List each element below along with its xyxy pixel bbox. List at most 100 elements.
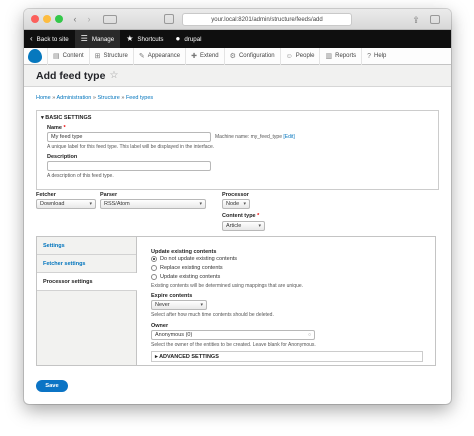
radio-replace[interactable]: Replace existing contents xyxy=(151,265,223,271)
owner-value: Anonymous (0) xyxy=(155,332,193,338)
menu-item-people[interactable]: ☺ People xyxy=(279,47,320,65)
wrench-icon: ⚙ xyxy=(229,53,236,60)
tab-settings[interactable]: Settings xyxy=(37,237,136,255)
fetcher-value: Download xyxy=(40,201,65,207)
advanced-settings-toggle[interactable]: ▸ ADVANCED SETTINGS xyxy=(151,351,423,362)
menu-item-content[interactable]: ▤ Content xyxy=(47,47,89,65)
expire-value: Never xyxy=(155,302,170,308)
tabs-overview-icon[interactable] xyxy=(430,15,440,24)
radio-label: Update existing contents xyxy=(160,274,221,280)
shortcut-star-icon[interactable]: ☆ xyxy=(109,70,118,81)
name-label: Name * xyxy=(47,125,66,131)
processor-value: Node xyxy=(226,201,240,207)
expire-select[interactable]: Never ▾ xyxy=(151,300,207,310)
tab-processor-settings[interactable]: Processor settings xyxy=(37,273,137,291)
manage-tab[interactable]: ☰ Manage xyxy=(74,30,121,48)
processor-label: Processor xyxy=(222,192,249,198)
menu-item-configuration[interactable]: ⚙ Configuration xyxy=(223,47,280,65)
shortcuts-tab[interactable]: ★ Shortcuts xyxy=(120,30,169,48)
select-caret-icon: ▾ xyxy=(258,223,261,229)
machine-name-edit-link[interactable]: [Edit] xyxy=(283,134,294,140)
content-type-label-text: Content type xyxy=(222,213,256,219)
vertical-tabs: Settings Fetcher settings Processor sett… xyxy=(36,236,436,366)
radio-update[interactable]: Update existing contents xyxy=(151,274,220,280)
reader-icon[interactable] xyxy=(164,14,174,24)
description-help: A description of this feed type. xyxy=(47,173,114,179)
people-icon: ☺ xyxy=(285,52,293,60)
maximize-window-icon[interactable] xyxy=(55,15,63,23)
menu-item-help[interactable]: ? Help xyxy=(361,47,391,65)
select-caret-icon: ▾ xyxy=(200,302,203,308)
machine-name-text: Machine name: my_feed_type xyxy=(215,134,282,140)
drupal-logo-icon[interactable] xyxy=(28,49,42,63)
puzzle-icon: ✚ xyxy=(191,53,197,60)
basic-settings-summary[interactable]: ▾ BASIC SETTINGS xyxy=(41,115,91,121)
required-marker: * xyxy=(257,213,260,219)
radio-icon xyxy=(151,274,157,280)
manage-label: Manage xyxy=(91,35,115,43)
menu-item-label: Help xyxy=(374,53,387,59)
sidebar-toggle-icon[interactable] xyxy=(103,15,117,24)
fetcher-select[interactable]: Download ▾ xyxy=(36,199,96,209)
star-icon: ★ xyxy=(126,34,134,43)
browser-window: ‹ › your.local:8201/admin/structure/feed… xyxy=(24,9,451,404)
radio-label: Do not update existing contents xyxy=(160,256,238,262)
name-input[interactable]: My feed type xyxy=(47,132,211,142)
back-to-site-label: Back to site xyxy=(36,35,69,43)
menu-item-label: Appearance xyxy=(147,53,181,59)
forward-arrow-icon[interactable]: › xyxy=(84,13,94,25)
menu-item-extend[interactable]: ✚ Extend xyxy=(185,47,224,65)
description-label: Description xyxy=(47,154,78,160)
breadcrumb-separator: » xyxy=(52,95,56,101)
back-arrow-icon[interactable]: ‹ xyxy=(70,13,80,25)
back-to-site-link[interactable]: ‹ Back to site xyxy=(24,30,75,48)
parser-value: RSS/Atom xyxy=(104,201,130,207)
radio-no-update[interactable]: Do not update existing contents xyxy=(151,256,237,262)
file-icon: ▤ xyxy=(53,53,60,60)
fetcher-label: Fetcher xyxy=(36,192,56,198)
breadcrumb-separator: » xyxy=(121,95,125,101)
user-tab[interactable]: ● drupal xyxy=(170,30,208,48)
expire-description: Select after how much time contents shou… xyxy=(151,312,274,318)
owner-label: Owner xyxy=(151,323,169,329)
main-content: Home » Administration » Structure » Feed… xyxy=(24,87,451,196)
menu-item-appearance[interactable]: ✎ Appearance xyxy=(132,47,185,65)
content-type-select[interactable]: Article ▾ xyxy=(222,221,265,231)
menu-item-label: Reports xyxy=(335,53,357,59)
name-description: A unique label for this feed type. This … xyxy=(47,144,215,150)
menu-item-reports[interactable]: ▥ Reports xyxy=(319,47,361,65)
address-bar[interactable]: your.local:8201/admin/structure/feeds/ad… xyxy=(182,13,352,26)
share-icon[interactable]: ⇪ xyxy=(411,14,421,26)
name-label-text: Name xyxy=(47,125,62,131)
menu-item-label: Content xyxy=(62,53,84,59)
breadcrumb-structure[interactable]: Structure xyxy=(97,95,119,101)
required-marker: * xyxy=(63,125,66,131)
expire-label: Expire contents xyxy=(151,293,193,299)
minimize-window-icon[interactable] xyxy=(43,15,51,23)
close-window-icon[interactable] xyxy=(31,15,39,23)
processor-settings-panel: Update existing contents Do not update e… xyxy=(137,237,435,365)
breadcrumb-feed-types[interactable]: Feed types xyxy=(126,95,153,101)
tab-fetcher-settings[interactable]: Fetcher settings xyxy=(37,255,136,273)
shortcuts-label: Shortcuts xyxy=(137,35,164,43)
parser-select[interactable]: RSS/Atom ▾ xyxy=(100,199,206,209)
breadcrumb: Home » Administration » Structure » Feed… xyxy=(36,95,439,101)
menu-item-label: People xyxy=(295,53,315,59)
menu-item-label: Structure xyxy=(103,53,128,59)
description-input[interactable] xyxy=(47,161,211,171)
menu-item-structure[interactable]: ⊞ Structure xyxy=(88,47,133,65)
breadcrumb-home[interactable]: Home xyxy=(36,95,51,101)
content-type-label: Content type * xyxy=(222,213,259,219)
select-caret-icon: ▾ xyxy=(199,201,202,207)
menu-item-label: Extend xyxy=(199,53,219,59)
page-title: Add feed type xyxy=(36,69,106,82)
select-caret-icon: ▾ xyxy=(89,201,92,207)
owner-autocomplete-input[interactable]: Anonymous (0) ○ xyxy=(151,330,315,340)
breadcrumb-administration[interactable]: Administration xyxy=(57,95,92,101)
processor-select[interactable]: Node ▾ xyxy=(222,199,250,209)
save-button[interactable]: Save xyxy=(36,380,68,392)
browser-chrome: ‹ › your.local:8201/admin/structure/feed… xyxy=(24,9,451,30)
machine-name: Machine name: my_feed_type [Edit] xyxy=(215,134,295,140)
paintbrush-icon: ✎ xyxy=(138,53,145,60)
user-icon: ● xyxy=(175,34,181,43)
